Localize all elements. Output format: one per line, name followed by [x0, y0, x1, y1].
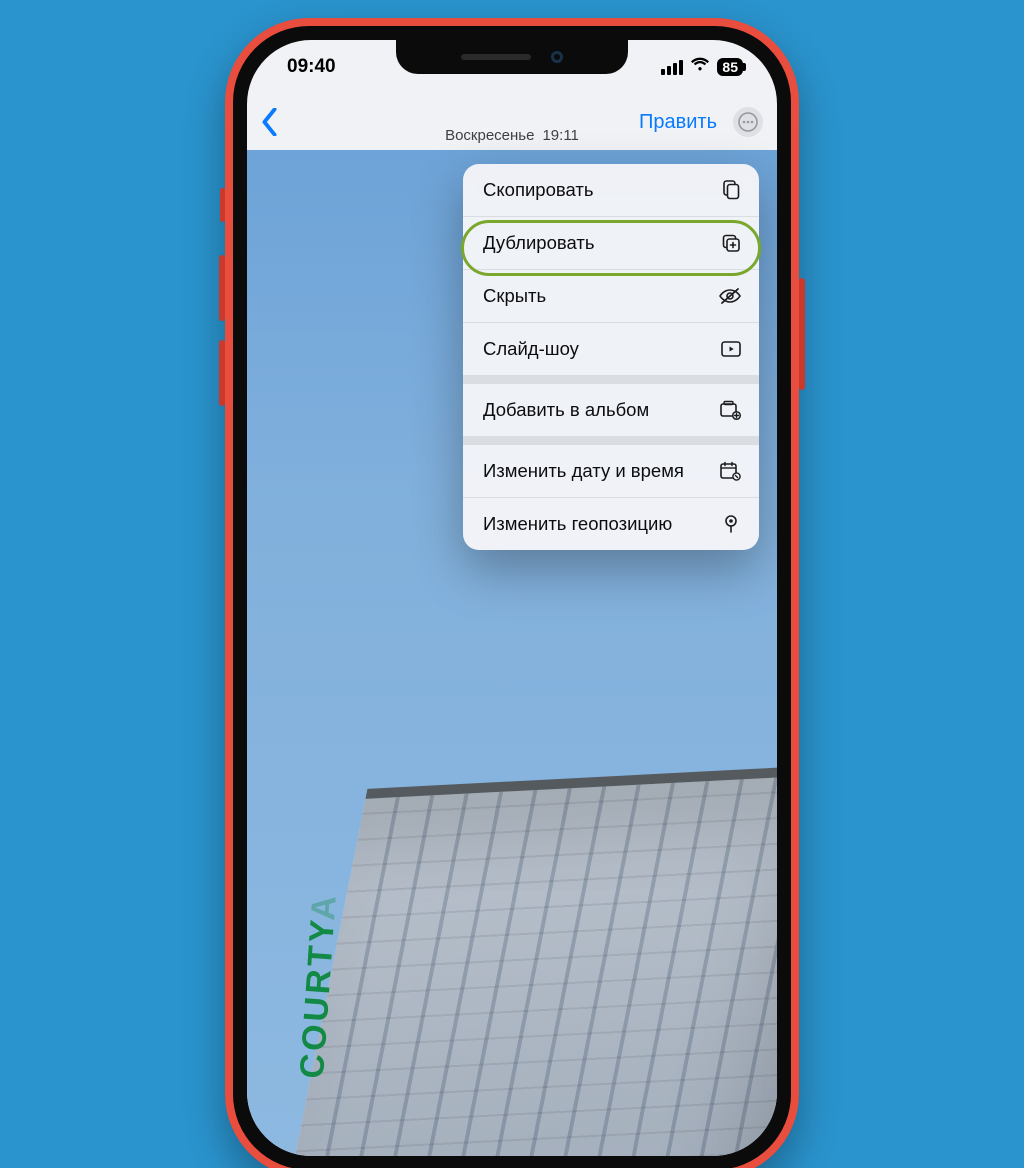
menu-item-label: Скопировать: [483, 179, 594, 201]
menu-item-label: Изменить геопозицию: [483, 513, 672, 535]
volume-up-button[interactable]: [219, 255, 225, 321]
battery-level: 85: [722, 59, 738, 75]
menu-item-label: Добавить в альбом: [483, 399, 649, 421]
duplicate-icon: [720, 232, 742, 254]
menu-separator: [463, 375, 759, 383]
nav-day: Воскресенье: [445, 127, 534, 144]
edit-button[interactable]: Править: [639, 111, 717, 134]
nav-time: 19:11: [542, 127, 578, 144]
menu-item-add-to-album[interactable]: Добавить в альбом: [463, 383, 759, 436]
menu-item-label: Скрыть: [483, 285, 546, 307]
menu-item-hide[interactable]: Скрыть: [463, 269, 759, 322]
more-button[interactable]: [733, 107, 763, 137]
chevron-left-icon: [261, 108, 278, 136]
menu-item-change-location[interactable]: Изменить геопозицию: [463, 497, 759, 550]
volume-down-button[interactable]: [219, 340, 225, 406]
mute-switch[interactable]: [220, 188, 225, 222]
back-button[interactable]: [261, 108, 305, 136]
menu-item-label: Дублировать: [483, 232, 594, 254]
menu-item-duplicate[interactable]: Дублировать: [463, 216, 759, 269]
wifi-icon: [690, 56, 710, 78]
nav-bar: Воскресенье 19:11 Править: [247, 94, 777, 150]
menu-item-slideshow[interactable]: Слайд-шоу: [463, 322, 759, 375]
power-button[interactable]: [799, 278, 805, 390]
notch: [396, 40, 628, 74]
screen: 09:40 85: [247, 40, 777, 1156]
menu-item-change-date[interactable]: Изменить дату и время: [463, 444, 759, 497]
play-icon: [720, 339, 742, 359]
hide-icon: [718, 286, 742, 306]
context-menu: Скопировать Дублировать Скрыть: [463, 164, 759, 550]
status-time: 09:40: [287, 56, 336, 78]
menu-item-label: Слайд-шоу: [483, 338, 579, 360]
menu-item-label: Изменить дату и время: [483, 460, 684, 482]
menu-item-copy[interactable]: Скопировать: [463, 164, 759, 216]
front-camera: [551, 51, 563, 63]
battery-indicator: 85: [717, 58, 743, 76]
location-pin-icon: [720, 513, 742, 535]
photo-building: [281, 764, 777, 1156]
cellular-signal-icon: [661, 60, 683, 75]
speaker-grille: [461, 54, 531, 60]
ellipsis-icon: [738, 112, 758, 132]
phone-bezel: 09:40 85: [233, 26, 791, 1168]
calendar-edit-icon: [718, 460, 742, 482]
phone-frame: 09:40 85: [225, 18, 799, 1168]
album-add-icon: [718, 399, 742, 421]
menu-separator: [463, 436, 759, 444]
status-right: 85: [661, 56, 743, 78]
copy-icon: [720, 179, 742, 201]
